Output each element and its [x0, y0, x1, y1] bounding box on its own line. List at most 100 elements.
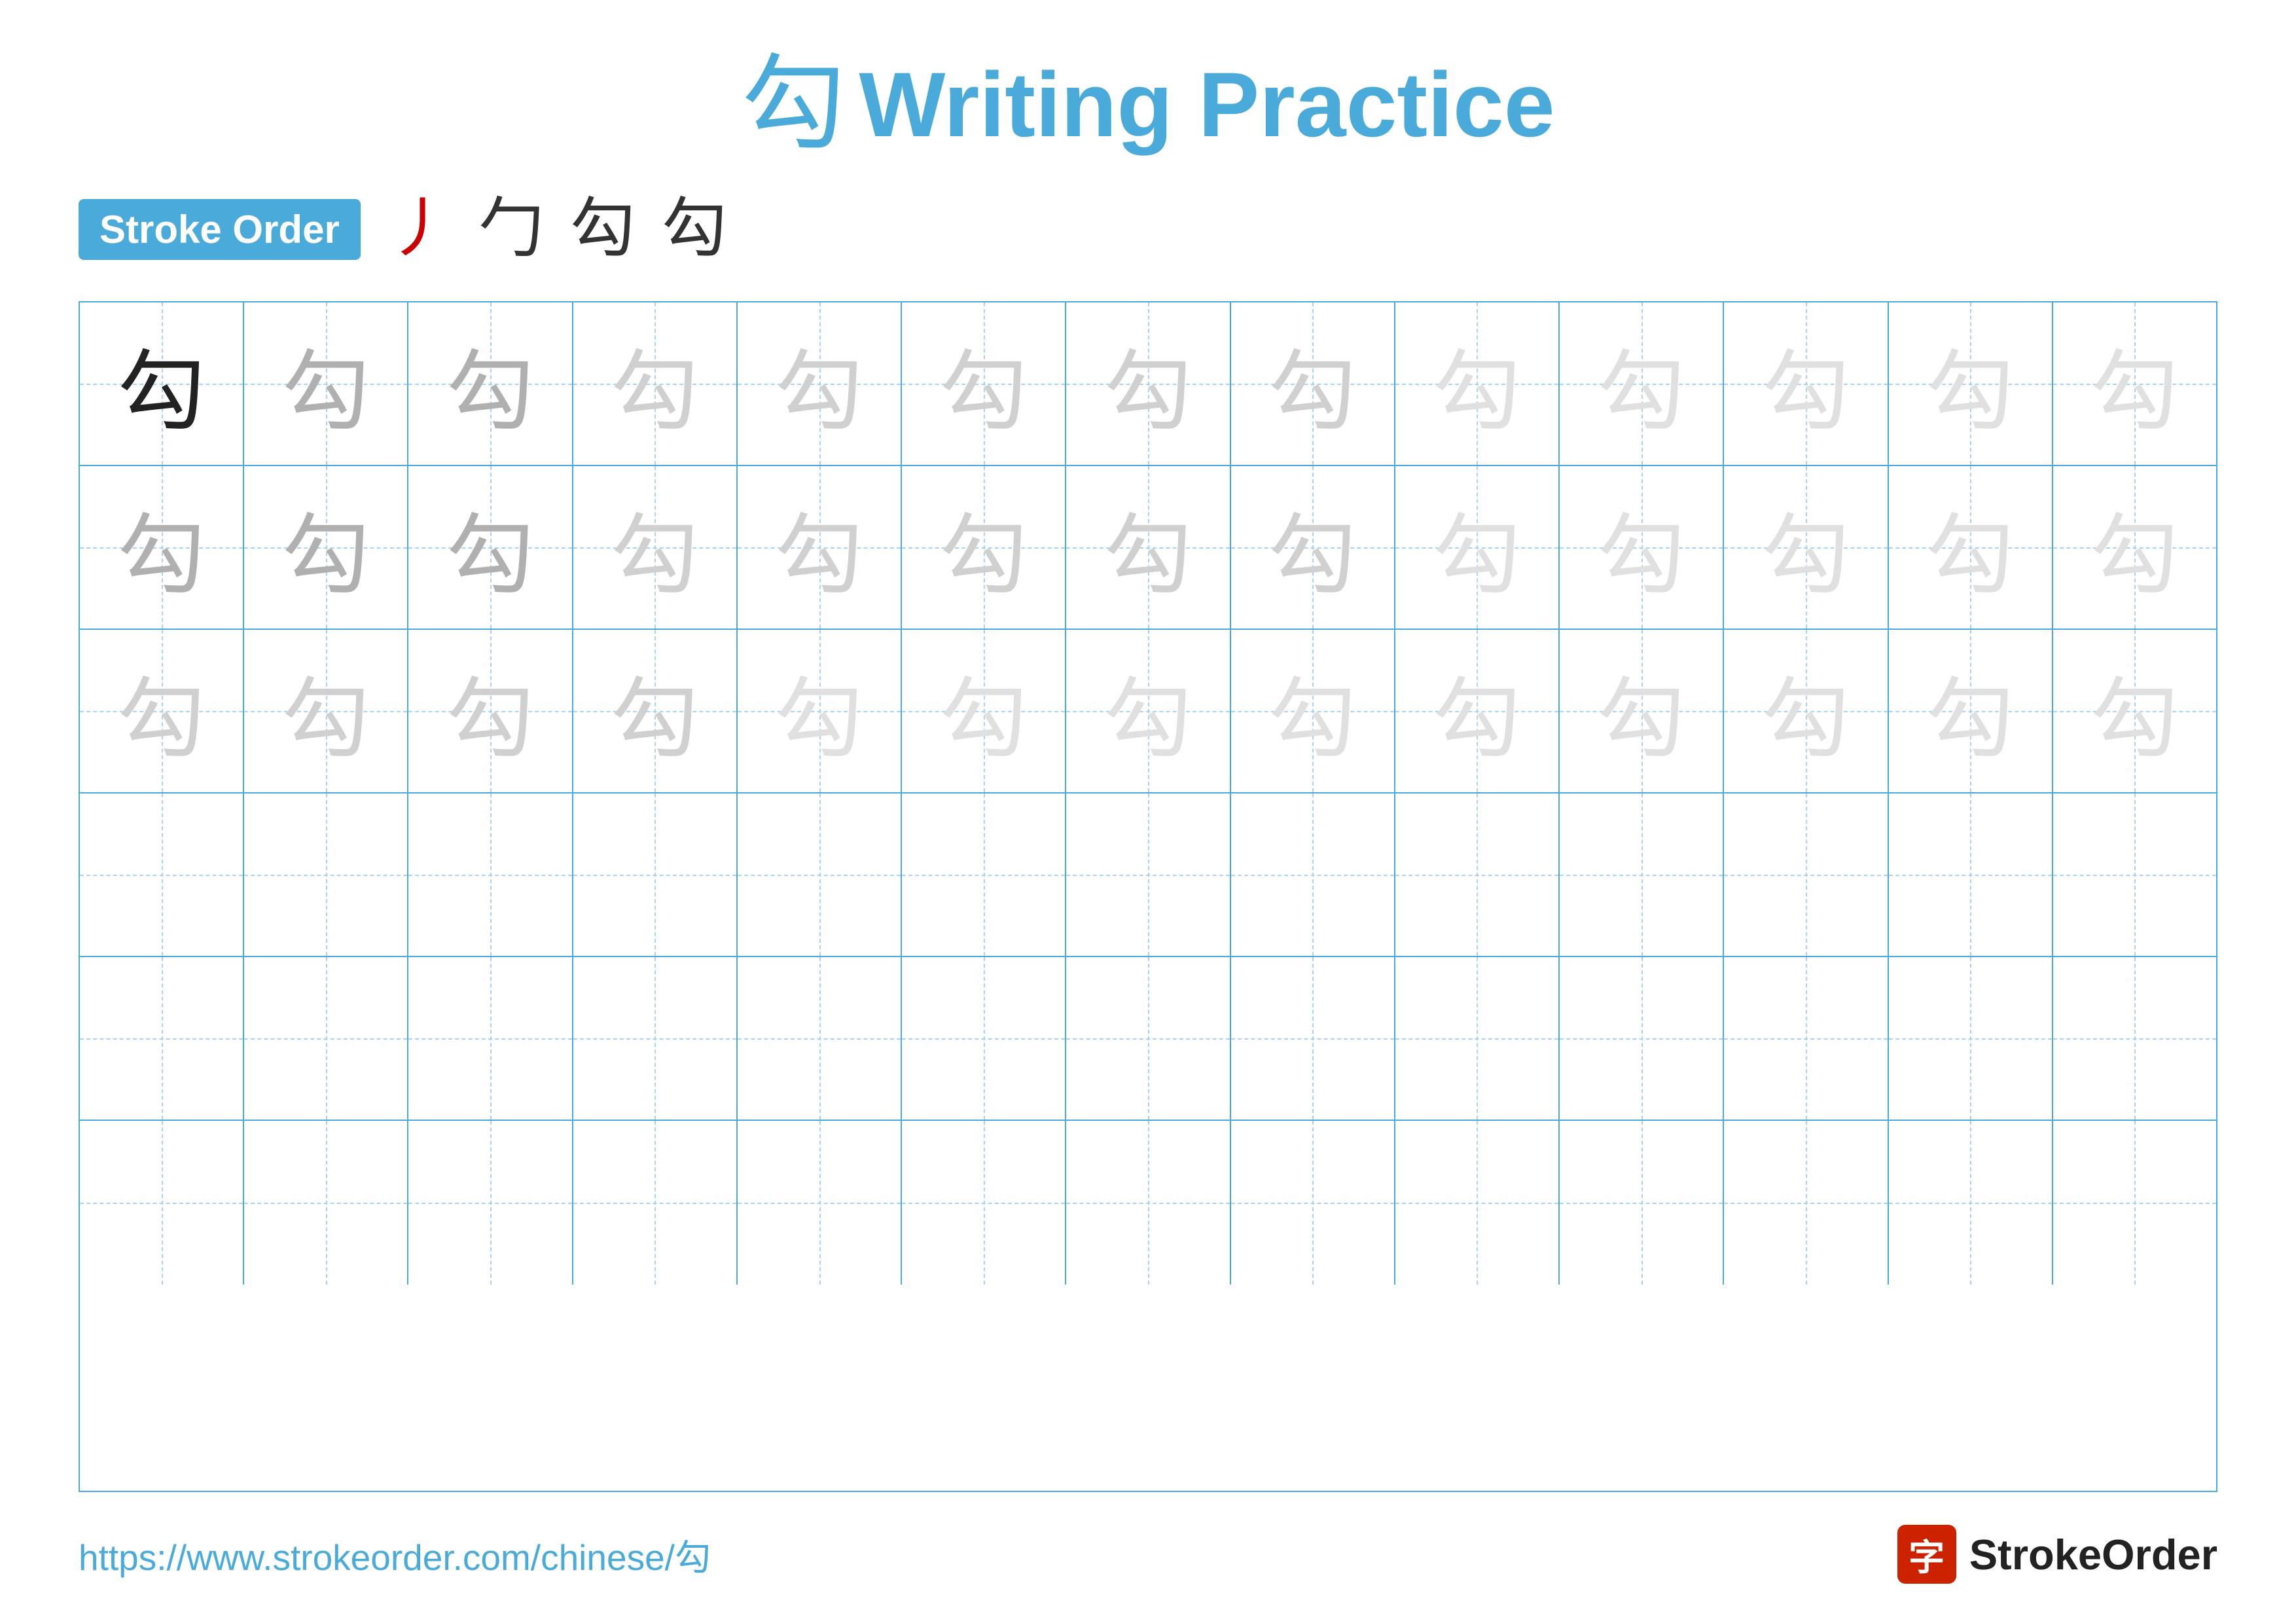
grid-cell[interactable]: 勾: [1560, 630, 1724, 792]
grid-cell[interactable]: [80, 957, 244, 1120]
grid-cell[interactable]: 勾: [1724, 302, 1888, 465]
practice-char: 勾: [2090, 319, 2179, 448]
grid-cell[interactable]: 勾: [2053, 302, 2216, 465]
grid-cell[interactable]: [2053, 793, 2216, 956]
grid-cell[interactable]: 勾: [902, 302, 1066, 465]
stroke-step-3: 勾: [570, 196, 636, 262]
grid-cell[interactable]: 勾: [2053, 466, 2216, 629]
grid-cell[interactable]: 勾: [408, 302, 573, 465]
grid-cell[interactable]: [573, 957, 738, 1120]
grid-cell[interactable]: [1724, 957, 1888, 1120]
practice-char: 勾: [1597, 319, 1685, 448]
grid-cell[interactable]: 勾: [1889, 466, 2053, 629]
grid-cell[interactable]: 勾: [80, 466, 244, 629]
grid-cell[interactable]: 勾: [902, 466, 1066, 629]
grid-cell[interactable]: 勾: [2053, 630, 2216, 792]
grid-cell[interactable]: 勾: [573, 302, 738, 465]
grid-cell[interactable]: 勾: [244, 302, 408, 465]
grid-cell[interactable]: 勾: [1231, 630, 1395, 792]
grid-cell[interactable]: [1889, 793, 2053, 956]
grid-cell[interactable]: [1889, 957, 2053, 1120]
grid-cell[interactable]: [244, 793, 408, 956]
practice-char: 勾: [1761, 483, 1850, 611]
grid-cell[interactable]: [408, 957, 573, 1120]
grid-cell[interactable]: [573, 1121, 738, 1285]
practice-char: 勾: [1597, 483, 1685, 611]
grid-cell[interactable]: 勾: [1066, 630, 1230, 792]
grid-cell[interactable]: [1560, 957, 1724, 1120]
grid-cell[interactable]: [738, 1121, 902, 1285]
grid-cell[interactable]: 勾: [573, 630, 738, 792]
grid-cell[interactable]: 勾: [1560, 466, 1724, 629]
practice-char: 勾: [1761, 647, 1850, 775]
grid-cell[interactable]: [1724, 793, 1888, 956]
practice-char: 勾: [2090, 647, 2179, 775]
grid-cell[interactable]: 勾: [738, 630, 902, 792]
grid-cell[interactable]: 勾: [1560, 302, 1724, 465]
grid-cell[interactable]: [1724, 1121, 1888, 1285]
grid-cell[interactable]: [1395, 1121, 1560, 1285]
practice-char: 勾: [1926, 483, 2015, 611]
grid-cell[interactable]: [1395, 957, 1560, 1120]
grid-cell[interactable]: 勾: [1395, 466, 1560, 629]
practice-char: 勾: [1433, 483, 1521, 611]
grid-cell[interactable]: [80, 1121, 244, 1285]
grid-cell[interactable]: [244, 957, 408, 1120]
grid-cell[interactable]: [408, 793, 573, 956]
title-row: 勾 Writing Practice: [741, 52, 1554, 157]
grid-cell[interactable]: 勾: [1066, 302, 1230, 465]
grid-cell[interactable]: [738, 793, 902, 956]
grid-cell[interactable]: 勾: [1724, 466, 1888, 629]
grid-cell[interactable]: [902, 1121, 1066, 1285]
footer-url[interactable]: https://www.strokeorder.com/chinese/勾: [79, 1528, 711, 1580]
practice-char: 勾: [1268, 483, 1357, 611]
grid-cell[interactable]: 勾: [738, 466, 902, 629]
grid-cell[interactable]: [244, 1121, 408, 1285]
grid-cell[interactable]: [1066, 957, 1230, 1120]
grid-cell[interactable]: [1231, 793, 1395, 956]
grid-cell[interactable]: 勾: [244, 630, 408, 792]
stroke-order-badge: Stroke Order: [79, 199, 361, 260]
grid-cell[interactable]: [1066, 1121, 1230, 1285]
grid-cell[interactable]: 勾: [408, 466, 573, 629]
grid-cell[interactable]: 勾: [1231, 466, 1395, 629]
grid-cell[interactable]: [1560, 793, 1724, 956]
grid-cell[interactable]: [1231, 1121, 1395, 1285]
grid-cell[interactable]: [1889, 1121, 2053, 1285]
practice-char: 勾: [1104, 483, 1193, 611]
grid-cell[interactable]: [738, 957, 902, 1120]
practice-char: 勾: [1433, 319, 1521, 448]
stroke-step-4: 勾: [662, 196, 727, 262]
title-chinese-char: 勾: [741, 52, 846, 157]
grid-cell[interactable]: [902, 957, 1066, 1120]
grid-cell[interactable]: 勾: [1231, 302, 1395, 465]
grid-cell[interactable]: 勾: [1395, 302, 1560, 465]
grid-cell[interactable]: [1231, 957, 1395, 1120]
grid-cell[interactable]: 勾: [80, 630, 244, 792]
grid-cell[interactable]: 勾: [1724, 630, 1888, 792]
grid-cell[interactable]: [2053, 1121, 2216, 1285]
practice-char: 勾: [1926, 319, 2015, 448]
grid-cell[interactable]: [902, 793, 1066, 956]
grid-cell[interactable]: 勾: [1889, 302, 2053, 465]
grid-cell[interactable]: [573, 793, 738, 956]
grid-cell[interactable]: 勾: [902, 630, 1066, 792]
practice-char: 勾: [117, 319, 206, 448]
grid-cell[interactable]: [2053, 957, 2216, 1120]
grid-cell[interactable]: 勾: [1889, 630, 2053, 792]
grid-cell[interactable]: 勾: [573, 466, 738, 629]
practice-char: 勾: [611, 647, 699, 775]
grid-cell[interactable]: 勾: [1066, 466, 1230, 629]
grid-cell[interactable]: [1560, 1121, 1724, 1285]
grid-cell[interactable]: [80, 793, 244, 956]
grid-cell[interactable]: 勾: [1395, 630, 1560, 792]
grid-cell[interactable]: [1395, 793, 1560, 956]
grid-row-6: [80, 1121, 2216, 1285]
practice-char: 勾: [446, 319, 535, 448]
grid-cell[interactable]: 勾: [244, 466, 408, 629]
grid-cell[interactable]: 勾: [408, 630, 573, 792]
grid-cell[interactable]: 勾: [80, 302, 244, 465]
grid-cell[interactable]: [1066, 793, 1230, 956]
grid-cell[interactable]: 勾: [738, 302, 902, 465]
grid-cell[interactable]: [408, 1121, 573, 1285]
